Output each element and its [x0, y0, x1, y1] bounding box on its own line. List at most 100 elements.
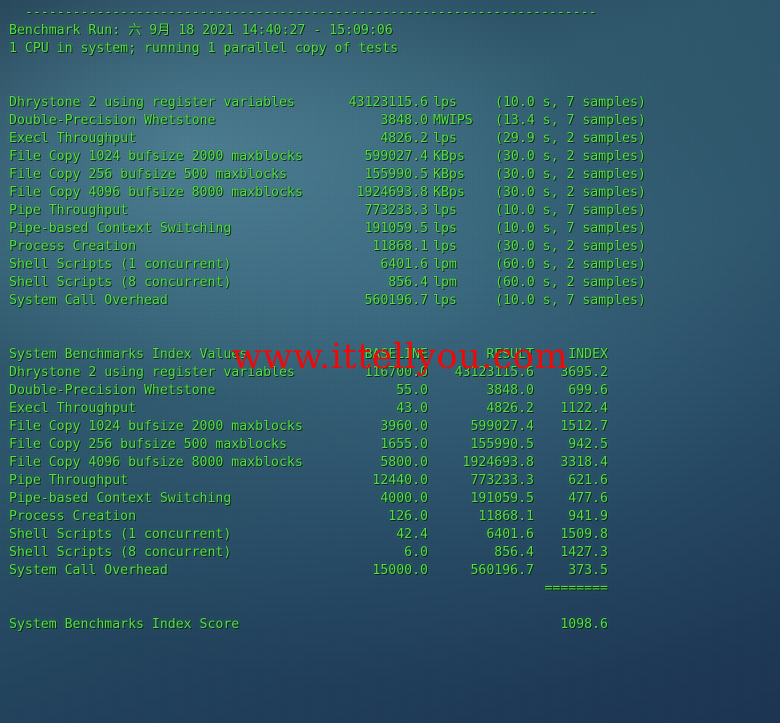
index-row-result: 4826.2: [486, 401, 534, 416]
raw-result-label: File Copy 4096 bufsize 8000 maxblocks: [9, 185, 303, 200]
raw-result-label: System Call Overhead: [9, 293, 168, 308]
index-header-index: INDEX: [568, 347, 608, 362]
index-row-index: 3318.4: [560, 455, 608, 470]
index-score-label: System Benchmarks Index Score: [9, 617, 240, 632]
raw-result-row: Double-Precision Whetstone 3848.0 MWIPS (13…: [9, 112, 780, 130]
raw-result-label: Process Creation: [9, 239, 137, 254]
index-row-baseline: 15000.0: [372, 563, 428, 578]
index-row-result: 191059.5: [470, 491, 534, 506]
raw-result-value: 599027.4: [364, 149, 428, 164]
terminal-window: www.ittellyou.com ----------------------…: [0, 0, 780, 723]
raw-result-unit: KBps: [433, 167, 465, 182]
index-value-row: Pipe-based Context Switching 4000.0 191059…: [9, 490, 780, 508]
index-row-baseline: 1655.0: [380, 437, 428, 452]
index-row-baseline: 116700.0: [364, 365, 428, 380]
raw-result-row: Shell Scripts (8 concurrent) 856.4 lpm (60.…: [9, 274, 780, 292]
index-row-baseline: 3960.0: [380, 419, 428, 434]
index-row-label: File Copy 1024 bufsize 2000 maxblocks: [9, 419, 303, 434]
index-value-row: Shell Scripts (1 concurrent) 42.4 6401.6 15…: [9, 526, 780, 544]
raw-result-value: 6401.6: [380, 257, 428, 272]
index-table-header: System Benchmarks Index Values BASELINE RE…: [9, 346, 780, 364]
raw-result-value: 191059.5: [364, 221, 428, 236]
index-row-label: File Copy 4096 bufsize 8000 maxblocks: [9, 455, 303, 470]
index-header-baseline: BASELINE: [364, 347, 428, 362]
score-separator-line: ========: [9, 580, 780, 598]
raw-result-row: Shell Scripts (1 concurrent) 6401.6 lpm (60…: [9, 256, 780, 274]
index-row-index: 1512.7: [560, 419, 608, 434]
index-row-label: Process Creation: [9, 509, 137, 524]
raw-result-value: 43123115.6: [348, 95, 428, 110]
raw-result-unit: MWIPS: [433, 113, 473, 128]
raw-result-unit: lps: [433, 131, 457, 146]
index-row-label: File Copy 256 bufsize 500 maxblocks: [9, 437, 287, 452]
raw-result-unit: lps: [433, 95, 457, 110]
index-value-row: Process Creation 126.0 11868.1 941.9: [9, 508, 780, 526]
raw-result-unit: lpm: [433, 257, 457, 272]
raw-result-label: File Copy 1024 bufsize 2000 maxblocks: [9, 149, 303, 164]
cpu-info-line: 1 CPU in system; running 1 parallel copy…: [9, 41, 399, 56]
index-value-row: File Copy 1024 bufsize 2000 maxblocks 396…: [9, 418, 780, 436]
index-row-baseline: 126.0: [388, 509, 428, 524]
index-header-result: RESULT: [486, 347, 534, 362]
index-row-result: 6401.6: [486, 527, 534, 542]
raw-result-label: File Copy 256 bufsize 500 maxblocks: [9, 167, 287, 182]
raw-result-label: Dhrystone 2 using register variables: [9, 95, 295, 110]
raw-result-unit: lps: [433, 239, 457, 254]
index-row-result: 599027.4: [470, 419, 534, 434]
index-score-value: 1098.6: [560, 617, 608, 632]
index-row-label: Execl Throughput: [9, 401, 137, 416]
index-row-result: 11868.1: [478, 509, 534, 524]
index-values-block: Dhrystone 2 using register variables 1167…: [9, 364, 780, 580]
index-row-baseline: 12440.0: [372, 473, 428, 488]
benchmark-run-line: Benchmark Run: 六 9月 18 2021 14:40:27 - 1…: [9, 23, 393, 38]
raw-result-notes: (30.0 s, 2 samples): [495, 239, 646, 254]
raw-result-notes: (30.0 s, 2 samples): [495, 167, 646, 182]
index-header-title: System Benchmarks Index Values: [9, 347, 248, 362]
index-value-row: File Copy 4096 bufsize 8000 maxblocks 580…: [9, 454, 780, 472]
raw-result-unit: lps: [433, 203, 457, 218]
raw-result-row: Dhrystone 2 using register variables 4312…: [9, 94, 780, 112]
raw-result-notes: (13.4 s, 7 samples): [495, 113, 646, 128]
index-row-index: 699.6: [568, 383, 608, 398]
index-row-result: 773233.3: [470, 473, 534, 488]
raw-result-unit: lps: [433, 221, 457, 236]
raw-result-unit: lpm: [433, 275, 457, 290]
index-row-result: 856.4: [494, 545, 534, 560]
raw-result-row: Pipe Throughput 773233.3 lps (10.0 s, 7 sam…: [9, 202, 780, 220]
raw-result-row: System Call Overhead 560196.7 lps (10.0 s, …: [9, 292, 780, 310]
index-value-row: System Call Overhead 15000.0 560196.7 373.5: [9, 562, 780, 580]
index-row-baseline: 42.4: [396, 527, 428, 542]
index-row-result: 1924693.8: [462, 455, 534, 470]
index-row-index: 373.5: [568, 563, 608, 578]
index-value-row: Execl Throughput 43.0 4826.2 1122.4: [9, 400, 780, 418]
index-row-result: 43123115.6: [454, 365, 534, 380]
index-row-result: 3848.0: [486, 383, 534, 398]
index-row-baseline: 43.0: [396, 401, 428, 416]
raw-result-notes: (60.0 s, 2 samples): [495, 257, 646, 272]
index-row-index: 1427.3: [560, 545, 608, 560]
raw-result-notes: (30.0 s, 2 samples): [495, 185, 646, 200]
divider-line: ----------------------------------------…: [9, 5, 597, 20]
index-row-label: Shell Scripts (1 concurrent): [9, 527, 232, 542]
raw-result-notes: (10.0 s, 7 samples): [495, 293, 646, 308]
index-row-index: 3695.2: [560, 365, 608, 380]
raw-result-notes: (30.0 s, 2 samples): [495, 149, 646, 164]
raw-result-notes: (29.9 s, 2 samples): [495, 131, 646, 146]
index-row-label: System Call Overhead: [9, 563, 168, 578]
raw-result-row: File Copy 256 bufsize 500 maxblocks 15599…: [9, 166, 780, 184]
index-row-result: 155990.5: [470, 437, 534, 452]
raw-result-value: 4826.2: [380, 131, 428, 146]
raw-result-label: Shell Scripts (8 concurrent): [9, 275, 232, 290]
raw-result-label: Pipe-based Context Switching: [9, 221, 232, 236]
raw-result-notes: (60.0 s, 2 samples): [495, 275, 646, 290]
raw-result-unit: KBps: [433, 185, 465, 200]
index-row-index: 942.5: [568, 437, 608, 452]
raw-result-label: Double-Precision Whetstone: [9, 113, 216, 128]
raw-result-row: Process Creation 11868.1 lps (30.0 s, 2 sam…: [9, 238, 780, 256]
index-row-label: Pipe-based Context Switching: [9, 491, 232, 506]
raw-result-value: 155990.5: [364, 167, 428, 182]
